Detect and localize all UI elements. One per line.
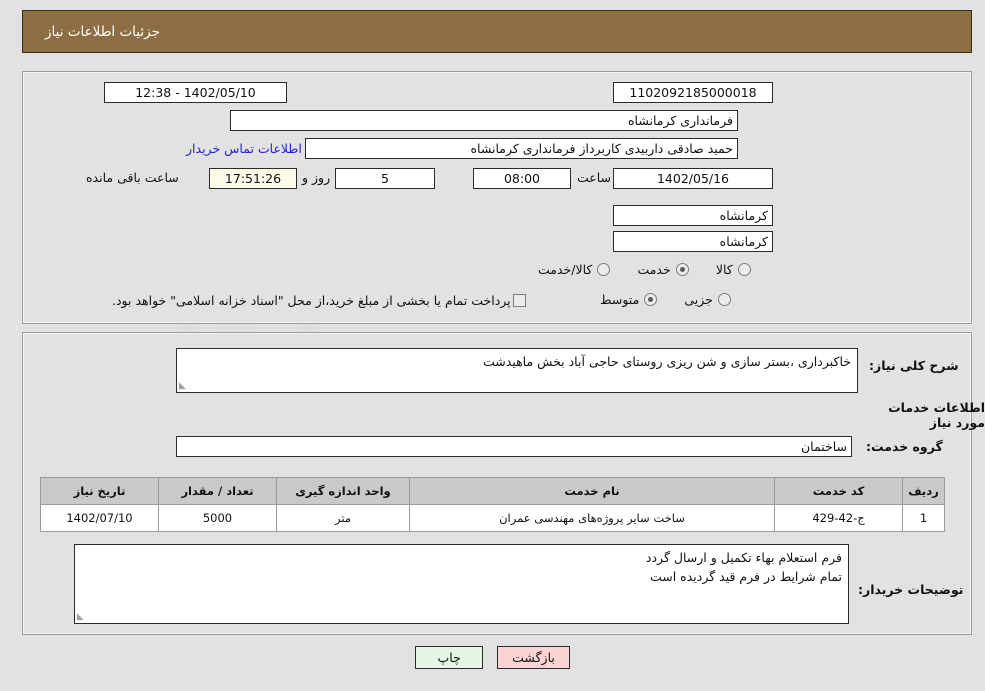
deadline-date-field[interactable]: 1402/05/16: [613, 168, 773, 189]
services-section-title: اطلاعات خدمات مورد نیاز: [888, 400, 985, 430]
cell-quantity: 5000: [158, 504, 277, 532]
buyer-contact-link[interactable]: اطلاعات تماس خریدار: [186, 141, 302, 156]
remaining-label: ساعت باقی مانده: [86, 170, 179, 185]
page-root: AriaTender.net جزئیات اطلاعات نیاز شماره…: [0, 0, 985, 691]
process-option-1[interactable]: متوسط: [600, 292, 658, 307]
city-field[interactable]: کرمانشاه: [613, 231, 773, 252]
cell-index: 1: [902, 504, 945, 532]
deadline-hour-label: ساعت: [577, 170, 612, 185]
treasury-checkbox[interactable]: [513, 294, 526, 307]
general-desc-label: شرح کلی نیاز:: [869, 358, 959, 373]
page-title: جزئیات اطلاعات نیاز: [45, 23, 160, 40]
col-name: نام خدمت: [409, 477, 775, 505]
print-button[interactable]: چاپ: [415, 646, 484, 669]
service-group-field[interactable]: ساختمان: [176, 436, 852, 457]
remaining-time-field[interactable]: 17:51:26: [209, 168, 297, 189]
table-header-row: ردیف کد خدمت نام خدمت واحد اندازه گیری ت…: [40, 477, 945, 505]
radio-icon-kala[interactable]: [737, 263, 751, 276]
process-option-label-0: جزیی: [684, 292, 713, 307]
category-radio-group: کالا خدمت کالا/خدمت: [538, 261, 751, 280]
services-table-body: 1 ج-42-429 ساخت سایر پروژه‌های مهندسی عم…: [40, 504, 945, 532]
process-radio-group: جزیی متوسط: [600, 291, 731, 310]
category-option-label-2: کالا/خدمت: [538, 262, 593, 277]
services-table: ردیف کد خدمت نام خدمت واحد اندازه گیری ت…: [40, 477, 945, 532]
buyer-org-field[interactable]: فرمانداری کرمانشاه: [230, 110, 738, 131]
treasury-note: پرداخت تمام یا بخشی از مبلغ خرید،از محل …: [112, 293, 511, 308]
deadline-time-field[interactable]: 08:00: [473, 168, 571, 189]
buyer-notes-textarea[interactable]: فرم استعلام بهاء تکمیل و ارسال گردد تمام…: [74, 544, 849, 624]
page-header: جزئیات اطلاعات نیاز: [22, 10, 972, 53]
table-row[interactable]: 1 ج-42-429 ساخت سایر پروژه‌های مهندسی عم…: [40, 504, 945, 532]
requester-field[interactable]: حمید صادقی داربیدی کاربرداز فرمانداری کر…: [305, 138, 738, 159]
buyer-notes-label: توضیحات خریدار:: [858, 582, 964, 597]
category-option-1[interactable]: خدمت: [637, 262, 689, 277]
cell-code: ج-42-429: [774, 504, 903, 532]
cell-unit: متر: [276, 504, 410, 532]
resize-grip-icon[interactable]: [179, 379, 191, 391]
remaining-days-field[interactable]: 5: [335, 168, 435, 189]
radio-icon-jozii[interactable]: [717, 293, 731, 306]
general-desc-text: خاکبرداری ،بستر سازی و شن ریزی روستای حا…: [483, 354, 851, 369]
service-group-label: گروه خدمت:: [866, 439, 943, 454]
category-option-0[interactable]: کالا: [716, 262, 751, 277]
general-desc-textarea[interactable]: خاکبرداری ،بستر سازی و شن ریزی روستای حا…: [176, 348, 858, 393]
radio-icon-khedmat[interactable]: [675, 263, 689, 276]
resize-grip-icon[interactable]: [77, 610, 89, 622]
need-info-panel: [22, 71, 972, 324]
radio-icon-kala-khedmat[interactable]: [597, 263, 611, 276]
need-number-field[interactable]: 1102092185000018: [613, 82, 773, 103]
days-label: روز و: [302, 170, 331, 185]
col-index: ردیف: [902, 477, 945, 505]
buyer-notes-line-0: فرم استعلام بهاء تکمیل و ارسال گردد: [645, 550, 842, 565]
category-option-label-1: خدمت: [637, 262, 671, 277]
back-button[interactable]: بازگشت: [497, 646, 570, 669]
cell-name: ساخت سایر پروژه‌های مهندسی عمران: [409, 504, 775, 532]
province-field[interactable]: کرمانشاه: [613, 205, 773, 226]
buyer-notes-line-1: تمام شرایط در فرم قید گردیده است: [649, 568, 842, 584]
col-code: کد خدمت: [774, 477, 903, 505]
announce-datetime-field[interactable]: 1402/05/10 - 12:38: [104, 82, 287, 103]
services-table-head: ردیف کد خدمت نام خدمت واحد اندازه گیری ت…: [40, 477, 945, 505]
category-option-label-0: کالا: [715, 262, 733, 277]
category-option-2[interactable]: کالا/خدمت: [538, 262, 611, 277]
col-unit: واحد اندازه گیری: [276, 477, 410, 505]
button-bar: بازگشت چاپ: [0, 646, 985, 669]
cell-needdate: 1402/07/10: [40, 504, 159, 532]
process-option-label-1: متوسط: [600, 292, 640, 307]
col-quantity: تعداد / مقدار: [158, 477, 277, 505]
col-needdate: تاریخ نیاز: [40, 477, 159, 505]
radio-icon-motavasset[interactable]: [644, 293, 658, 306]
process-option-0[interactable]: جزیی: [684, 292, 731, 307]
